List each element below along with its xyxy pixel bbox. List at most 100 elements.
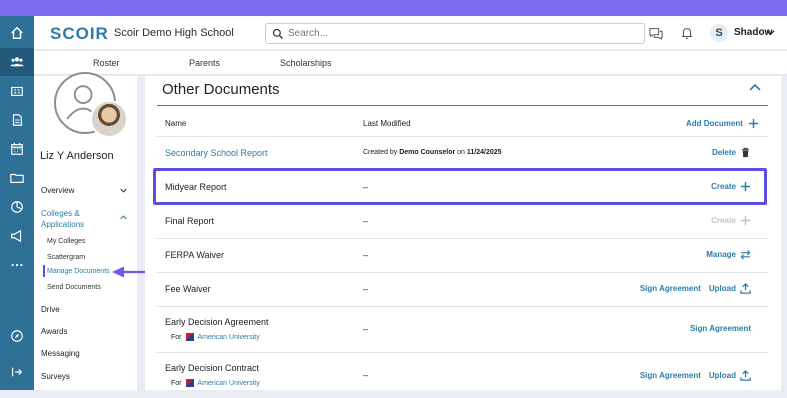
chevron-down-icon[interactable] (120, 187, 127, 194)
document-name: Fee Waiver (165, 284, 211, 294)
calendar-icon[interactable] (0, 135, 34, 163)
chat-icon[interactable] (649, 26, 663, 40)
for-label: For (171, 333, 182, 341)
document-name-link[interactable]: Secondary School Report (165, 148, 268, 158)
school-name: Scoir Demo High School (114, 27, 234, 39)
chevron-down-icon[interactable] (766, 28, 775, 37)
table-row: Fee Waiver – Sign Agreement Upload (157, 272, 768, 306)
document-icon[interactable] (0, 106, 34, 134)
university-link[interactable]: American University (198, 380, 260, 387)
university-flag-icon (185, 333, 194, 341)
search-box[interactable] (265, 23, 645, 44)
student-name: Liz Y Anderson (40, 150, 114, 162)
modified-date: 11/24/2025 (466, 149, 502, 156)
table-row: FERPA Waiver – Manage (157, 238, 768, 272)
university-flag-icon (185, 379, 194, 387)
scoir-logo[interactable]: SCOIR (50, 24, 109, 44)
nav-colleges-applications[interactable]: Colleges & Applications (41, 209, 84, 229)
modified-by: Demo Counselor (399, 149, 456, 156)
plus-icon (740, 215, 751, 226)
folder-icon[interactable] (0, 164, 34, 192)
table-row: Secondary School Report Created by Demo … (157, 136, 768, 170)
tab-parents[interactable]: Parents (189, 58, 220, 68)
chevron-up-icon[interactable] (749, 82, 761, 94)
icon-rail (0, 16, 34, 390)
sign-agreement-button[interactable]: Sign Agreement (640, 371, 701, 380)
search-icon (272, 28, 283, 39)
row-actions: Delete (712, 147, 751, 158)
tab-scholarships[interactable]: Scholarships (280, 58, 332, 68)
add-document-label: Add Document (686, 119, 743, 128)
nav-colleges-line1: Colleges & (41, 209, 80, 218)
swap-arrows-icon (740, 249, 751, 260)
sign-agreement-button[interactable]: Sign Agreement (640, 284, 701, 293)
create-label: Create (711, 216, 736, 225)
sub-navigation: Roster Parents Scholarships (34, 51, 787, 75)
nav-scattergram[interactable]: Scattergram (47, 254, 85, 261)
for-university: For American University (171, 333, 260, 341)
for-label: For (171, 379, 182, 387)
plus-icon (748, 118, 758, 129)
upload-button[interactable]: Upload (709, 283, 751, 294)
nav-surveys[interactable]: Surveys (41, 372, 70, 381)
university-link[interactable]: American University (198, 334, 260, 341)
row-actions: Sign Agreement Upload (640, 283, 751, 294)
college-icon[interactable] (0, 77, 34, 105)
nav-overview[interactable]: Overview (41, 186, 74, 195)
upload-label: Upload (708, 371, 736, 380)
divider (157, 105, 768, 106)
last-modified: – (363, 250, 369, 260)
table-row: Early Decision Agreement For American Un… (157, 306, 768, 352)
student-panel: Liz Y Anderson Overview Colleges & Appli… (34, 72, 137, 390)
announcement-icon[interactable] (0, 222, 34, 250)
last-modified: – (363, 284, 369, 294)
last-modified: Created by Demo Counselor on 11/24/2025 (363, 149, 502, 156)
table-row: Early Decision Contract For American Uni… (157, 352, 768, 398)
manage-button[interactable]: Manage (706, 249, 751, 260)
sign-agreement-button[interactable]: Sign Agreement (690, 324, 751, 333)
top-header: SCOIR Scoir Demo High School S Shadow (34, 16, 787, 50)
nav-awards[interactable]: Awards (41, 327, 68, 336)
upload-label: Upload (708, 284, 736, 293)
upload-icon (740, 370, 751, 381)
bell-icon[interactable] (680, 26, 694, 40)
trash-icon (741, 147, 750, 158)
delete-button[interactable]: Delete (712, 147, 751, 158)
document-name: Early Decision Agreement (165, 317, 269, 327)
last-modified: – (363, 370, 369, 380)
nav-messaging[interactable]: Messaging (41, 349, 80, 358)
for-university: For American University (171, 379, 260, 387)
chevron-up-icon[interactable] (120, 214, 127, 221)
last-modified: – (363, 216, 369, 226)
nav-manage-documents[interactable]: Manage Documents (47, 268, 110, 275)
search-input[interactable] (288, 26, 638, 41)
column-header-name: Name (165, 119, 187, 128)
nav-drive[interactable]: Drive (41, 305, 60, 314)
nav-send-documents[interactable]: Send Documents (47, 284, 101, 291)
modified-on: on (455, 149, 467, 156)
analytics-icon[interactable] (0, 193, 34, 221)
tab-roster[interactable]: Roster (93, 58, 120, 68)
table-row: Final Report – Create (157, 204, 768, 238)
selected-indicator (43, 265, 45, 277)
expand-sidebar-icon[interactable] (0, 358, 34, 386)
more-icon[interactable] (0, 251, 34, 279)
document-name: FERPA Waiver (165, 250, 225, 260)
nav-colleges-line2: Applications (41, 220, 85, 229)
students-icon[interactable] (0, 48, 34, 76)
upload-button[interactable]: Upload (709, 370, 751, 381)
compass-icon[interactable] (0, 322, 34, 350)
last-modified: – (363, 324, 369, 334)
row-actions: Create (711, 215, 751, 226)
row-actions: Manage (706, 249, 751, 260)
nav-my-colleges[interactable]: My Colleges (47, 238, 86, 245)
delete-label: Delete (711, 148, 736, 157)
top-strip (0, 0, 787, 16)
add-document-button[interactable]: Add Document (686, 118, 759, 129)
documents-card: Other Documents Name Last Modified Add D… (145, 76, 781, 390)
student-photo (90, 100, 128, 138)
create-button-disabled: Create (711, 215, 751, 226)
user-avatar[interactable]: S (710, 24, 728, 42)
home-icon[interactable] (0, 19, 34, 47)
row-actions: Sign Agreement Upload (640, 370, 751, 381)
